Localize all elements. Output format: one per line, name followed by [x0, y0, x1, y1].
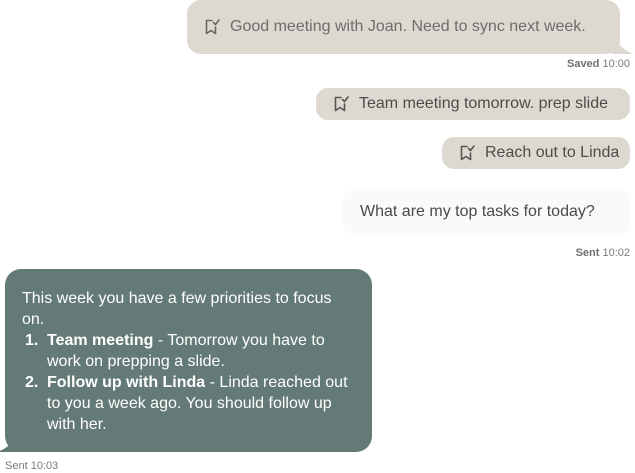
bookmark-check-icon [332, 95, 350, 113]
sent-label: Sent [5, 460, 28, 472]
sent-time: 10:03 [30, 460, 59, 472]
chat-thread: Good meeting with Joan. Need to sync nex… [0, 0, 635, 473]
saved-note-bubble[interactable]: Reach out to Linda [442, 137, 630, 169]
assistant-reply-bubble[interactable]: This week you have a few priorities to f… [0, 269, 372, 452]
saved-note-text: Team meeting tomorrow. prep slide [359, 95, 608, 112]
saved-timestamp: Saved 10:00 [567, 58, 630, 71]
saved-label: Saved [566, 58, 600, 70]
user-message-text: What are my top tasks for today? [360, 203, 595, 220]
list-item-heading: Team meeting [47, 332, 154, 349]
list-number: 2. [25, 374, 39, 391]
saved-note-text: Good meeting with Joan. Need to sync nex… [230, 18, 586, 35]
reply-intro: This week you have a few priorities to f… [22, 290, 332, 328]
saved-note-text: Reach out to Linda [485, 144, 620, 161]
priority-list: 1. Team meeting - Tomorrow you have to w… [22, 330, 356, 435]
bookmark-check-icon [203, 18, 221, 36]
list-item: 1. Team meeting - Tomorrow you have to w… [22, 330, 356, 372]
sent-time: 10:02 [602, 247, 630, 259]
bookmark-check-icon [458, 144, 476, 162]
saved-time: 10:00 [602, 58, 630, 70]
user-message-bubble[interactable]: What are my top tasks for today? [343, 188, 630, 236]
bubble-tail [612, 32, 634, 54]
sent-timestamp: Sent 10:03 [5, 460, 58, 473]
sent-timestamp: Sent 10:02 [576, 247, 630, 260]
sent-label: Sent [575, 247, 600, 259]
saved-note-bubble[interactable]: Team meeting tomorrow. prep slide [316, 88, 630, 120]
list-item-heading: Follow up with Linda [47, 374, 206, 391]
bubble-tail [0, 430, 19, 452]
list-item: 2. Follow up with Linda - Linda reached … [22, 372, 356, 435]
saved-note-bubble[interactable]: Good meeting with Joan. Need to sync nex… [187, 0, 634, 54]
list-number: 1. [25, 332, 39, 349]
